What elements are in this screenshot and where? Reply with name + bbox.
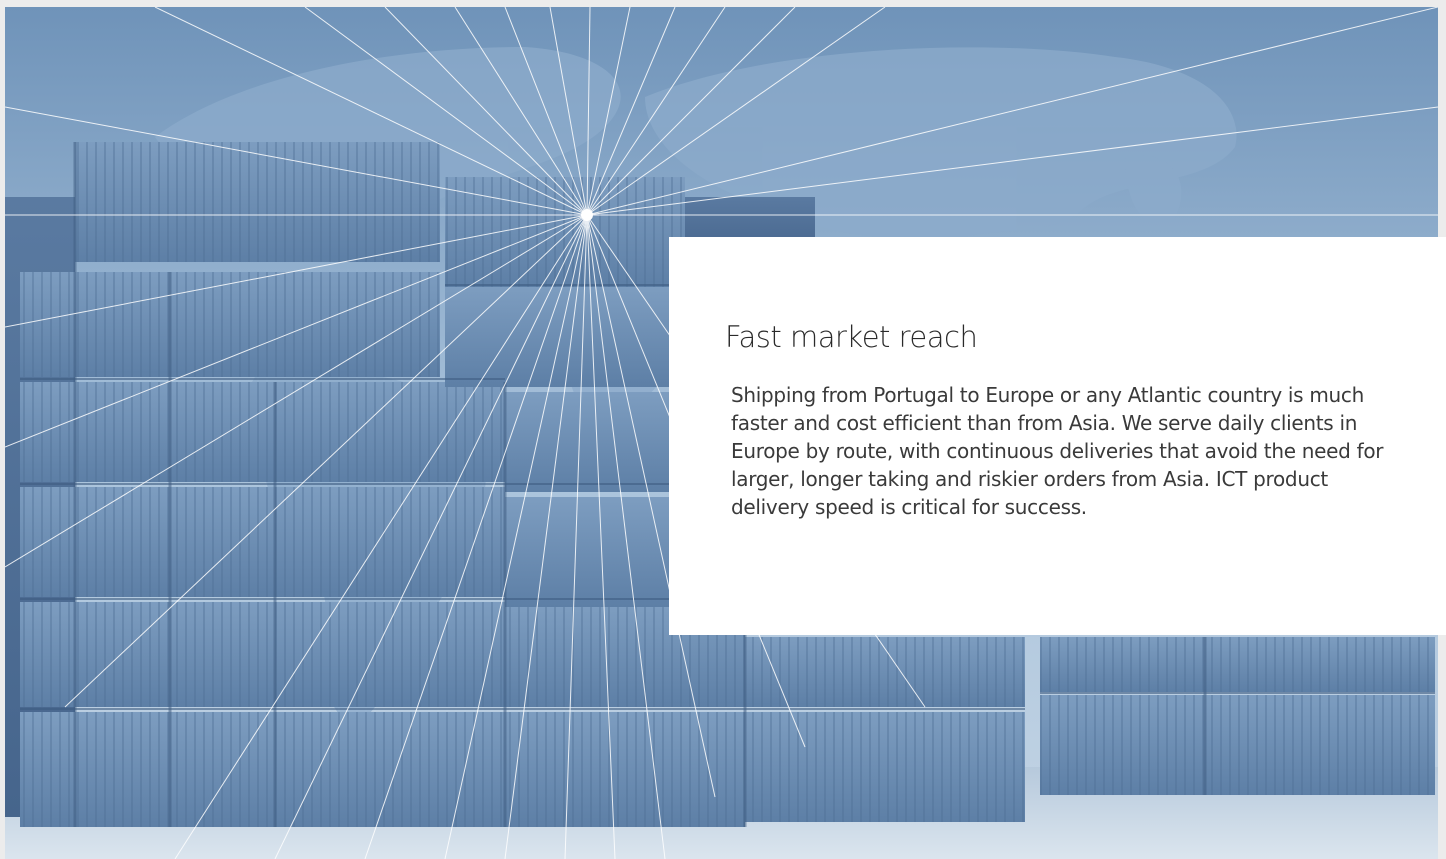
starburst-center <box>581 209 593 221</box>
card-title: Fast market reach <box>725 320 978 354</box>
card-body-text: Shipping from Portugal to Europe or any … <box>731 383 1384 519</box>
info-card: Fast market reach Shipping from Portugal… <box>669 237 1446 635</box>
